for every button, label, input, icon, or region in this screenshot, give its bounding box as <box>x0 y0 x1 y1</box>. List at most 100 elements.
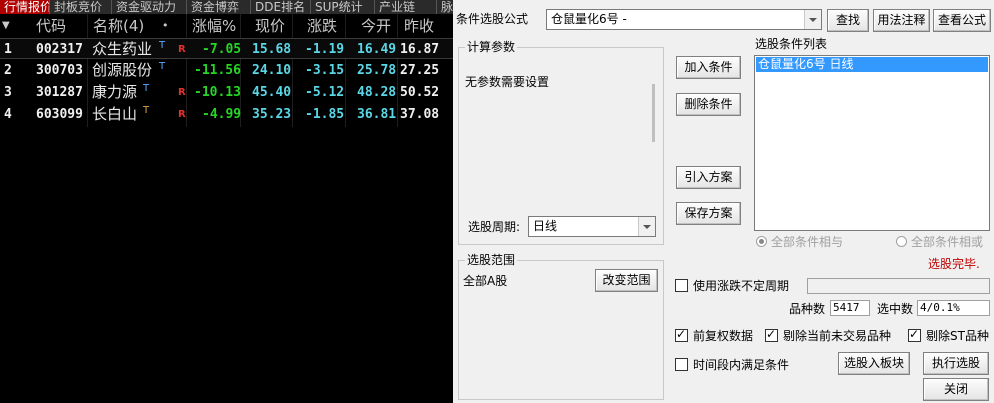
row-index: 3 <box>4 85 12 100</box>
col-open[interactable]: 今开 <box>361 14 391 38</box>
sort-arrow-icon[interactable]: ▼ <box>2 14 10 38</box>
t-flag: T <box>143 83 150 94</box>
table-row[interactable]: 2 300703 创源股份 T -11.56 24.10 -3.15 25.78… <box>0 60 453 81</box>
quote-tabs: 行情报价 封板竞价 资金驱动力 资金博弈 DDE排名 SUP统计 产业链 脉 <box>0 0 453 14</box>
period-value: 日线 <box>533 219 558 233</box>
find-button[interactable]: 查找 <box>827 9 869 32</box>
import-plan-button[interactable]: 引入方案 <box>676 166 741 189</box>
exclude-untraded-checkbox[interactable] <box>765 327 778 342</box>
open: 36.81 <box>357 107 397 122</box>
exclude-st-label: 剔除ST品种 <box>926 329 989 343</box>
prev-close: 27.25 <box>400 63 440 78</box>
row-index: 2 <box>4 63 12 78</box>
count-field: 5417 <box>830 300 870 316</box>
price: 45.40 <box>252 85 292 100</box>
tab-capital-game[interactable]: 资金博弈 <box>187 0 251 14</box>
r-flag: R <box>178 109 186 120</box>
fq-label: 前复权数据 <box>693 329 754 343</box>
stock-code: 301287 <box>36 85 83 100</box>
col-change[interactable]: 涨跌 <box>307 14 337 38</box>
tab-quote[interactable]: 行情报价 <box>0 0 50 14</box>
table-row[interactable]: 4 603099 长白山 T R -4.99 35.23 -1.85 36.81… <box>0 104 453 125</box>
row-index: 1 <box>4 42 12 57</box>
tab-limit-auction[interactable]: 封板竞价 <box>50 0 112 14</box>
table-row[interactable]: 3 301287 康力源 T R -10.13 45.40 -5.12 48.2… <box>0 82 453 103</box>
radio-all-and-label: 全部条件相与 <box>771 235 844 249</box>
prev-close: 16.87 <box>400 42 440 57</box>
t-flag: T <box>159 40 166 51</box>
unfixed-period-field[interactable] <box>807 278 990 294</box>
selected-label: 选中数 <box>877 302 914 316</box>
exclude-st-checkbox[interactable] <box>908 327 921 342</box>
chevron-down-icon[interactable] <box>804 10 821 29</box>
add-condition-button[interactable]: 加入条件 <box>676 56 741 79</box>
prev-close: 37.08 <box>400 107 440 122</box>
stock-name: 长白山 <box>92 105 138 123</box>
stock-code: 002317 <box>36 42 83 57</box>
change: -3.15 <box>305 63 345 78</box>
table-header: ▼ 代码 名称(4) • 涨幅% 现价 涨跌 今开 昨收 <box>0 14 453 38</box>
open: 48.28 <box>357 85 397 100</box>
radio-all-or[interactable] <box>896 236 907 247</box>
radio-all-and[interactable] <box>756 236 767 247</box>
close-button[interactable]: 关闭 <box>923 378 989 401</box>
tab-sup-stats[interactable]: SUP统计 <box>311 0 375 14</box>
params-scrollbar[interactable] <box>652 84 655 142</box>
col-price[interactable]: 现价 <box>255 14 285 38</box>
tab-more[interactable]: 脉 <box>437 0 453 14</box>
period-select[interactable]: 日线 <box>528 216 656 237</box>
col-name[interactable]: 名称(4) <box>93 14 144 38</box>
unfixed-period-checkbox[interactable] <box>675 279 688 292</box>
col-prev-close[interactable]: 昨收 <box>404 14 434 38</box>
formula-select[interactable]: 仓鼠量化6号 - <box>546 9 822 30</box>
stock-screen-dialog: 条件选股公式 仓鼠量化6号 - 查找 用法注释 查看公式 计算参数 无参数需要设… <box>453 0 994 403</box>
table-row[interactable]: 1 002317 众生药业 T R -7.05 15.68 -1.19 16.4… <box>0 38 453 59</box>
condition-list-item[interactable]: 仓鼠量化6号 日线 <box>756 57 988 72</box>
stock-name: 康力源 <box>92 83 138 101</box>
change-pct: -11.56 <box>194 63 241 78</box>
delete-condition-button[interactable]: 删除条件 <box>676 93 741 116</box>
stock-code: 603099 <box>36 107 83 122</box>
r-flag: R <box>178 44 186 55</box>
usage-notes-button[interactable]: 用法注释 <box>873 9 930 32</box>
radio-all-or-label: 全部条件相或 <box>911 235 984 249</box>
selected-field: 4/0.1% <box>917 300 990 316</box>
tab-dde-rank[interactable]: DDE排名 <box>251 0 311 14</box>
params-title: 计算参数 <box>465 40 518 54</box>
formula-value: 仓鼠量化6号 - <box>551 12 627 26</box>
condition-list-title: 选股条件列表 <box>755 37 828 51</box>
period-label: 选股周期: <box>468 220 521 234</box>
chevron-down-icon[interactable] <box>638 217 655 236</box>
col-code[interactable]: 代码 <box>36 14 66 38</box>
quote-panel: 行情报价 封板竞价 资金驱动力 资金博弈 DDE排名 SUP统计 产业链 脉 ▼… <box>0 0 453 403</box>
stock-name: 众生药业 <box>92 40 153 58</box>
tab-capital-drive[interactable]: 资金驱动力 <box>112 0 187 14</box>
prev-close: 50.52 <box>400 85 440 100</box>
change: -5.12 <box>305 85 345 100</box>
change-range-button[interactable]: 改变范围 <box>595 269 658 292</box>
price: 15.68 <box>252 42 292 57</box>
save-plan-button[interactable]: 保存方案 <box>676 202 741 225</box>
range-title: 选股范围 <box>465 253 518 267</box>
range-group: 选股范围 全部A股 改变范围 <box>458 253 664 400</box>
price: 24.10 <box>252 63 292 78</box>
select-to-block-button[interactable]: 选股入板块 <box>838 352 910 375</box>
t-flag: T <box>159 61 166 72</box>
fq-checkbox[interactable] <box>675 327 688 342</box>
formula-label: 条件选股公式 <box>456 12 529 26</box>
tab-industry-chain[interactable]: 产业链 <box>375 0 437 14</box>
condition-list[interactable]: 仓鼠量化6号 日线 <box>754 55 990 231</box>
status-text: 选股完毕. <box>928 257 980 271</box>
row-index: 4 <box>4 107 12 122</box>
price: 35.23 <box>252 107 292 122</box>
view-formula-button[interactable]: 查看公式 <box>933 9 991 32</box>
time-range-checkbox[interactable] <box>675 358 688 371</box>
r-flag: R <box>178 87 186 98</box>
range-text: 全部A股 <box>463 274 508 288</box>
stock-code: 300703 <box>36 63 83 78</box>
execute-button[interactable]: 执行选股 <box>923 352 989 375</box>
col-change-pct[interactable]: 涨幅% <box>192 14 236 38</box>
unfixed-period-label: 使用涨跌不定周期 <box>693 279 790 293</box>
change-pct: -7.05 <box>202 42 242 57</box>
change: -1.85 <box>305 107 345 122</box>
